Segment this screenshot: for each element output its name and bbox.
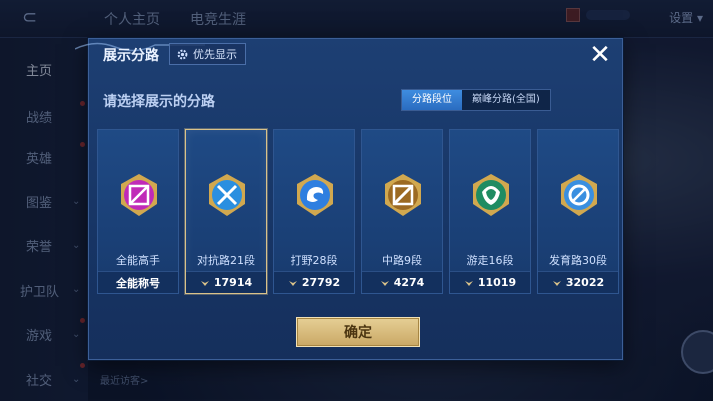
lane-footer-value: 32022 [565, 276, 605, 289]
dragon-emblem-icon [297, 174, 333, 216]
close-icon[interactable]: ✕ [588, 42, 612, 68]
priority-display-label: 优先显示 [193, 48, 237, 61]
lane-display-dialog: 展示分路 优先显示 ✕ 请选择展示的分路 分路段位 巅峰分路(全国) 全能高手 … [75, 38, 623, 360]
rank-icon [464, 280, 473, 286]
lane-label: 发育路30段 [549, 254, 607, 267]
lane-card-mid[interactable]: 中路9段 4274 [361, 129, 443, 294]
rank-icon [288, 280, 297, 286]
lane-label: 打野28段 [290, 254, 338, 267]
confirm-button[interactable]: 确定 [296, 317, 420, 347]
rank-icon [200, 280, 209, 286]
lane-footer: 32022 [538, 271, 618, 293]
priority-display-button[interactable]: 优先显示 [169, 43, 246, 65]
lane-card-all-rounder[interactable]: 全能高手 全能称号 [97, 129, 179, 294]
lane-footer-value: 17914 [213, 276, 253, 289]
leaf-shield-emblem-icon [473, 174, 509, 216]
crossed-swords-emblem-icon [209, 174, 245, 216]
target-emblem-icon [561, 174, 597, 216]
lane-label: 全能高手 [116, 254, 160, 267]
lane-label: 游走16段 [466, 254, 514, 267]
lane-label: 对抗路21段 [197, 254, 255, 267]
lane-card-roam[interactable]: 游走16段 11019 [449, 129, 531, 294]
lane-card-farm[interactable]: 发育路30段 32022 [537, 129, 619, 294]
lane-footer-value: 11019 [477, 276, 517, 289]
lane-footer: 全能称号 [98, 271, 178, 293]
rank-icon [380, 280, 389, 286]
staff-emblem-icon [385, 174, 421, 216]
lane-footer: 17914 [186, 271, 266, 293]
dialog-title: 展示分路 [103, 48, 159, 64]
segment-control: 分路段位 巅峰分路(全国) [401, 89, 551, 111]
lane-label: 中路9段 [382, 254, 422, 267]
lane-card-jungle[interactable]: 打野28段 27792 [273, 129, 355, 294]
tab-peak-lane[interactable]: 巅峰分路(全国) [462, 90, 550, 110]
rank-icon [552, 280, 561, 286]
lane-footer: 11019 [450, 271, 530, 293]
dialog-subtitle: 请选择展示的分路 [103, 94, 215, 110]
lane-card-clash[interactable]: 对抗路21段 17914 [185, 129, 267, 294]
lane-footer-value: 4274 [393, 276, 425, 289]
lane-footer-value: 全能称号 [116, 276, 160, 290]
magenta-emblem-icon [121, 174, 157, 216]
tab-lane-rank[interactable]: 分路段位 [402, 90, 462, 110]
lane-footer-value: 27792 [301, 276, 341, 289]
lane-footer: 4274 [362, 271, 442, 293]
lane-footer: 27792 [274, 271, 354, 293]
gear-icon [177, 49, 188, 59]
